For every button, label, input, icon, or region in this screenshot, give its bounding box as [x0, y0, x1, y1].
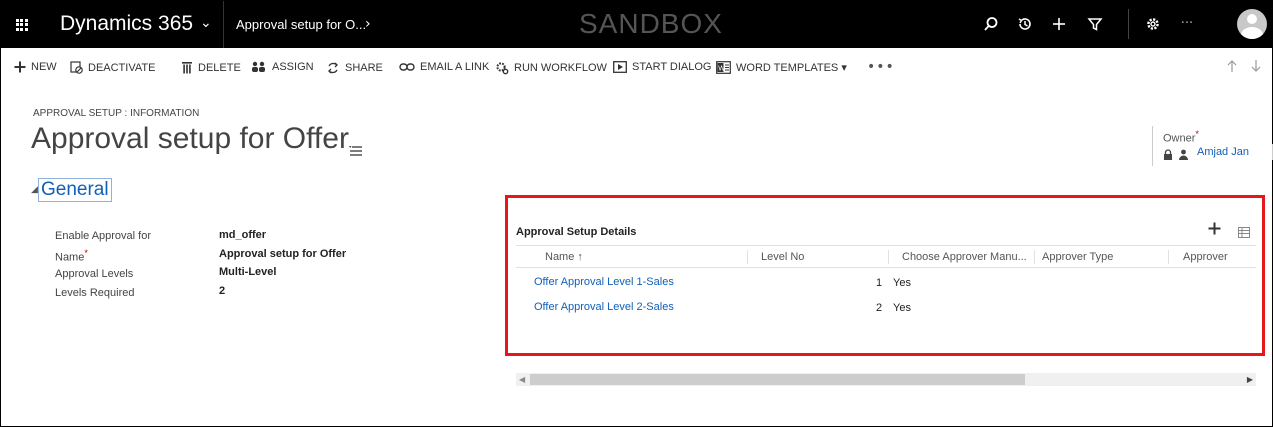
assign-button[interactable]: ASSIGN: [251, 61, 314, 73]
chevron-right-icon[interactable]: ›: [365, 16, 371, 32]
next-record-icon[interactable]: [1250, 59, 1262, 77]
share-label: SHARE: [345, 62, 383, 74]
more-commands-button[interactable]: •••: [867, 59, 895, 75]
filter-icon[interactable]: [1084, 13, 1106, 35]
required-marker: *: [84, 248, 88, 258]
assign-label: ASSIGN: [272, 61, 314, 73]
table-row-choose: Yes: [893, 277, 911, 289]
breadcrumb[interactable]: Approval setup for O...: [236, 17, 366, 32]
trash-icon: [181, 61, 193, 74]
plus-icon[interactable]: [1048, 13, 1070, 35]
deactivate-button[interactable]: DEACTIVATE: [70, 61, 155, 74]
table-row-name-link[interactable]: Offer Approval Level 2-Sales: [534, 301, 674, 313]
grid-view-icon[interactable]: [1238, 223, 1250, 242]
chevron-down-icon[interactable]: ⌄: [200, 15, 212, 31]
entity-form-label: APPROVAL SETUP : INFORMATION: [33, 108, 200, 119]
field-label-approval-levels: Approval Levels: [55, 268, 134, 280]
field-label-levels-required: Levels Required: [55, 287, 135, 299]
run-workflow-button[interactable]: RUN WORKFLOW: [495, 61, 607, 75]
top-navbar: Dynamics 365 ⌄ Approval setup for O... ›…: [1, 1, 1272, 48]
column-header-level-no[interactable]: Level No: [761, 251, 804, 263]
owner-field: Owner* Amjad Jan: [1152, 126, 1273, 166]
owner-link[interactable]: Amjad Jan: [1197, 146, 1249, 158]
previous-record-icon[interactable]: [1226, 59, 1238, 77]
subgrid-header: Name ↑ Level No Choose Approver Manu... …: [516, 245, 1256, 268]
scrollbar-thumb[interactable]: [530, 374, 1025, 385]
person-icon: [1178, 145, 1189, 164]
add-record-icon[interactable]: [1208, 220, 1221, 239]
word-icon: W: [716, 61, 731, 74]
field-value-levels-required[interactable]: 2: [219, 285, 225, 297]
column-header-approver[interactable]: Approver: [1183, 251, 1228, 263]
table-row-choose: Yes: [893, 302, 911, 314]
column-header-approver-type[interactable]: Approver Type: [1042, 251, 1113, 263]
link-icon: [399, 62, 415, 72]
workflow-icon: [495, 61, 509, 75]
plus-icon: [14, 61, 26, 73]
environment-label: SANDBOX: [579, 8, 723, 39]
start-dialog-label: START DIALOG: [632, 61, 712, 73]
email-link-button[interactable]: EMAIL A LINK: [399, 61, 489, 73]
delete-button[interactable]: DELETE: [181, 61, 241, 74]
table-row-name-link[interactable]: Offer Approval Level 1-Sales: [534, 276, 674, 288]
field-label-name: Name*: [55, 248, 88, 264]
delete-label: DELETE: [198, 61, 241, 74]
field-value-approval-levels[interactable]: Multi-Level: [219, 266, 276, 278]
field-value-enable-approval[interactable]: md_offer: [219, 229, 266, 241]
required-marker: *: [1195, 129, 1199, 139]
nav-divider: [223, 1, 224, 48]
page-title: Approval setup for Offer: [31, 122, 349, 155]
deactivate-icon: [70, 61, 83, 74]
run-workflow-label: RUN WORKFLOW: [514, 62, 607, 74]
new-label: NEW: [31, 61, 57, 73]
field-value-name[interactable]: Approval setup for Offer: [219, 248, 346, 260]
table-row-level: 2: [876, 302, 883, 314]
word-templates-label: WORD TEMPLATES ▾: [736, 62, 847, 74]
scroll-right-icon[interactable]: ▶: [1247, 373, 1253, 386]
command-bar: NEW DEACTIVATE DELETE ASSIGN SHARE EMAIL…: [1, 55, 1272, 83]
subgrid-title: Approval Setup Details: [516, 226, 637, 238]
column-header-choose-approver[interactable]: Choose Approver Manu...: [902, 251, 1027, 263]
table-row-level: 1: [876, 277, 883, 289]
history-icon[interactable]: [1014, 13, 1036, 35]
dialog-icon: [613, 61, 627, 73]
avatar[interactable]: [1237, 9, 1267, 39]
share-icon: [326, 61, 340, 75]
app-title[interactable]: Dynamics 365: [60, 12, 193, 36]
owner-label: Owner: [1163, 132, 1196, 145]
field-label-enable-approval: Enable Approval for: [55, 230, 152, 242]
section-title-general[interactable]: General: [38, 178, 112, 202]
nav-divider: [1128, 9, 1129, 39]
form-selector-icon[interactable]: [349, 141, 363, 160]
lock-icon: [1163, 145, 1173, 164]
new-button[interactable]: NEW: [14, 61, 57, 73]
more-icon[interactable]: ···: [1176, 12, 1198, 34]
share-button[interactable]: SHARE: [326, 61, 383, 75]
waffle-icon: [15, 18, 28, 31]
collapse-caret-icon[interactable]: ◢: [31, 185, 38, 195]
column-header-name[interactable]: Name ↑: [545, 251, 583, 263]
start-dialog-button[interactable]: START DIALOG: [613, 61, 711, 73]
search-icon[interactable]: [980, 13, 1002, 35]
app-launcher-button[interactable]: [1, 1, 42, 48]
assign-icon: [251, 61, 267, 73]
gear-icon[interactable]: [1142, 13, 1164, 35]
email-link-label: EMAIL A LINK: [420, 61, 490, 73]
word-templates-button[interactable]: W WORD TEMPLATES ▾: [716, 61, 847, 74]
deactivate-label: DEACTIVATE: [88, 61, 156, 74]
horizontal-scrollbar[interactable]: ◀ ▶: [516, 373, 1256, 386]
scroll-left-icon[interactable]: ◀: [519, 373, 525, 386]
svg-text:W: W: [718, 65, 725, 72]
